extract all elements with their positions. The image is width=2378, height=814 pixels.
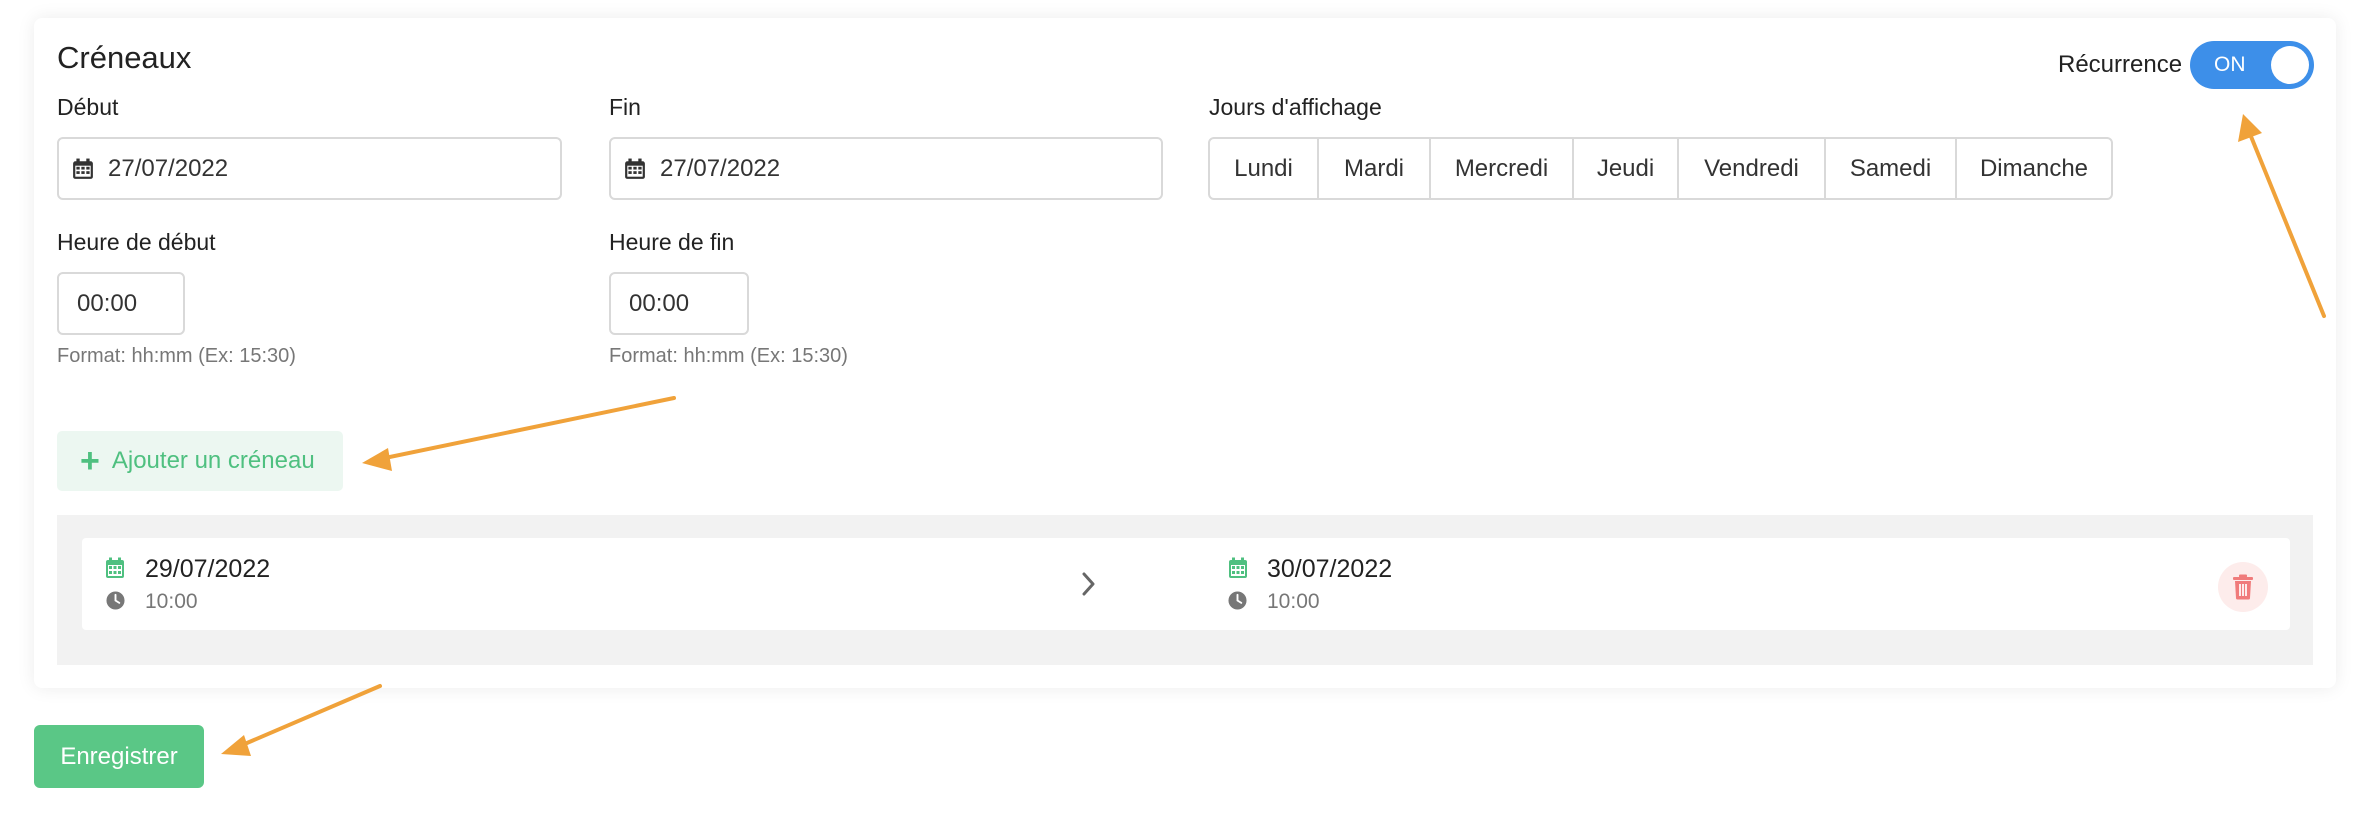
start-date-value: 27/07/2022 — [108, 154, 229, 182]
end-date-field[interactable]: 27/07/2022 — [609, 137, 1163, 200]
calendar-icon — [625, 158, 645, 179]
day-button-dimanche[interactable]: Dimanche — [1955, 137, 2113, 200]
add-slot-label: Ajouter un créneau — [111, 447, 315, 474]
end-date-value: 27/07/2022 — [660, 154, 781, 182]
end-time-label: Heure de fin — [609, 229, 735, 255]
clock-icon — [106, 591, 125, 610]
slot-end-date: 30/07/2022 — [1267, 555, 1393, 583]
recurrence-label: Récurrence — [2058, 51, 2183, 78]
plus-icon: + — [80, 442, 100, 480]
delete-slot-button[interactable] — [2218, 562, 2268, 612]
end-time-value: 00:00 — [629, 289, 690, 317]
slot-end-time: 10:00 — [1267, 590, 1320, 613]
trash-icon — [2233, 574, 2253, 600]
add-slot-button[interactable]: + Ajouter un créneau — [57, 431, 343, 491]
end-time-input[interactable]: 00:00 — [609, 272, 749, 335]
calendar-icon — [106, 557, 124, 578]
clock-icon — [1228, 591, 1247, 610]
section-title: Créneaux — [57, 40, 192, 75]
toggle-knob — [2271, 46, 2309, 84]
start-date-field[interactable]: 27/07/2022 — [57, 137, 562, 200]
start-time-value: 00:00 — [77, 289, 138, 317]
start-time-input[interactable]: 00:00 — [57, 272, 185, 335]
day-button-samedi[interactable]: Samedi — [1824, 137, 1957, 200]
end-date-label: Fin — [609, 94, 641, 120]
day-button-mercredi[interactable]: Mercredi — [1429, 137, 1574, 200]
slot-start-date: 29/07/2022 — [145, 555, 271, 583]
annotation-arrow-save — [238, 684, 382, 748]
day-button-jeudi[interactable]: Jeudi — [1572, 137, 1679, 200]
save-button[interactable]: Enregistrer — [34, 725, 204, 788]
slot-start-time: 10:00 — [145, 590, 198, 613]
arrowhead-save — [221, 735, 251, 756]
end-time-hint: Format: hh:mm (Ex: 15:30) — [609, 345, 848, 367]
start-date-label: Début — [57, 94, 119, 120]
recurrence-toggle[interactable]: ON — [2190, 41, 2314, 89]
day-button-vendredi[interactable]: Vendredi — [1677, 137, 1826, 200]
calendar-icon — [1229, 557, 1247, 578]
start-time-label: Heure de début — [57, 229, 216, 255]
start-time-hint: Format: hh:mm (Ex: 15:30) — [57, 345, 296, 367]
day-button-mardi[interactable]: Mardi — [1317, 137, 1431, 200]
day-button-lundi[interactable]: Lundi — [1208, 137, 1319, 200]
display-days-label: Jours d'affichage — [1209, 94, 1382, 120]
slot-row — [82, 538, 2290, 630]
calendar-icon — [73, 158, 93, 179]
display-days-group: Lundi Mardi Mercredi Jeudi Vendredi Same… — [1208, 137, 2113, 200]
toggle-state-text: ON — [2214, 53, 2246, 76]
chevron-right-icon — [1082, 572, 1095, 596]
